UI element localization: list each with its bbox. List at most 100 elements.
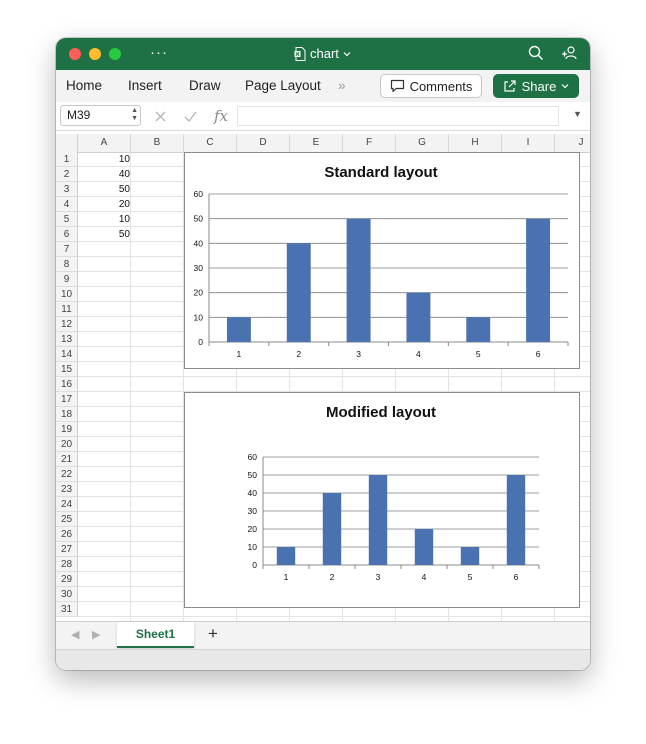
row-header[interactable]: 30 (56, 587, 78, 602)
cell-a2[interactable]: 40 (78, 167, 130, 182)
chart-modified-layout[interactable]: Modified layout 0 10 20 30 40 50 60 1 2 3 4 5 6 (184, 392, 580, 608)
bar (406, 292, 431, 342)
add-sheet-button[interactable]: + (208, 624, 218, 644)
worksheet-grid[interactable]: A B C D E F G H I J 1 2 3 4 5 6 7 8 9 10 11 12 13 14 1… (56, 134, 590, 621)
cell-a5[interactable]: 10 (78, 212, 130, 227)
y-tick-label: 50 (248, 470, 258, 480)
column-header-j[interactable]: J (555, 134, 590, 152)
next-sheet-arrow-icon[interactable]: ▶ (92, 628, 100, 641)
y-tick-label: 40 (248, 488, 258, 498)
row-header[interactable]: 7 (56, 242, 78, 257)
formula-input[interactable] (237, 106, 559, 126)
maximize-window-button[interactable] (109, 48, 121, 60)
more-options-icon[interactable]: ··· (150, 44, 168, 61)
row-header[interactable]: 19 (56, 422, 78, 437)
cell-a1[interactable]: 10 (78, 152, 130, 167)
x-tick-label: 3 (356, 349, 361, 359)
check-icon[interactable] (184, 111, 197, 122)
row-header[interactable]: 11 (56, 302, 78, 317)
x-tick-label: 6 (514, 572, 519, 582)
column-header-b[interactable]: B (131, 134, 184, 152)
column-header-h[interactable]: H (449, 134, 502, 152)
sheet-tab-sheet1[interactable]: Sheet1 (117, 622, 194, 648)
tab-home[interactable]: Home (66, 78, 102, 93)
row-header[interactable]: 13 (56, 332, 78, 347)
column-header-g[interactable]: G (396, 134, 449, 152)
y-tick-label: 20 (248, 524, 258, 534)
row-header[interactable]: 15 (56, 362, 78, 377)
bar (414, 529, 434, 565)
select-all-corner[interactable] (56, 134, 78, 152)
excel-window: ··· chart Home Insert Draw Page Layout »… (56, 38, 590, 670)
share-button[interactable]: Share (493, 74, 579, 98)
comments-button[interactable]: Comments (380, 74, 482, 98)
row-header[interactable]: 26 (56, 527, 78, 542)
column-header-f[interactable]: F (343, 134, 396, 152)
bar (346, 218, 371, 342)
search-icon[interactable] (528, 45, 544, 61)
row-header[interactable]: 6 (56, 227, 78, 242)
gridline-vertical (130, 152, 131, 621)
cell-a3[interactable]: 50 (78, 182, 130, 197)
column-header-e[interactable]: E (290, 134, 343, 152)
bar (466, 317, 491, 342)
row-header[interactable]: 2 (56, 167, 78, 182)
row-header[interactable]: 12 (56, 317, 78, 332)
fx-icon[interactable]: fx (214, 107, 228, 125)
formula-expand-chevron-icon[interactable]: ▼ (573, 109, 582, 119)
row-header[interactable]: 23 (56, 482, 78, 497)
y-tick-label: 50 (194, 214, 204, 224)
row-header[interactable]: 18 (56, 407, 78, 422)
tab-insert[interactable]: Insert (128, 78, 162, 93)
row-header[interactable]: 27 (56, 542, 78, 557)
column-header-d[interactable]: D (237, 134, 290, 152)
y-tick-label: 30 (194, 263, 204, 273)
name-box[interactable]: M39 ▲ ▼ (60, 105, 141, 126)
row-header[interactable]: 3 (56, 182, 78, 197)
previous-sheet-arrow-icon[interactable]: ◀ (71, 628, 79, 641)
row-header[interactable]: 1 (56, 152, 78, 167)
y-tick-label: 20 (194, 288, 204, 298)
chart-standard-layout[interactable]: Standard layout 0 10 20 30 40 50 60 1 2 3 4 5 6 (184, 152, 580, 369)
row-header[interactable]: 10 (56, 287, 78, 302)
row-header[interactable]: 20 (56, 437, 78, 452)
row-header[interactable]: 8 (56, 257, 78, 272)
column-header-i[interactable]: I (502, 134, 555, 152)
share-people-icon[interactable] (561, 45, 578, 62)
row-header[interactable]: 22 (56, 467, 78, 482)
x-tick-label: 4 (416, 349, 421, 359)
minimize-window-button[interactable] (89, 48, 101, 60)
document-title[interactable]: chart (294, 46, 351, 61)
row-header[interactable]: 14 (56, 347, 78, 362)
x-tick-label: 4 (422, 572, 427, 582)
y-tick-label: 60 (194, 189, 204, 199)
close-window-button[interactable] (69, 48, 81, 60)
row-header[interactable]: 5 (56, 212, 78, 227)
row-header[interactable]: 17 (56, 392, 78, 407)
row-header[interactable]: 16 (56, 377, 78, 392)
y-tick-label: 10 (248, 542, 258, 552)
tab-page-layout[interactable]: Page Layout (245, 78, 321, 93)
x-tick-label: 3 (376, 572, 381, 582)
cell-a6[interactable]: 50 (78, 227, 130, 242)
ribbon-overflow-chevron[interactable]: » (338, 78, 346, 93)
row-header[interactable]: 25 (56, 512, 78, 527)
name-box-stepper-icon[interactable]: ▲ ▼ (131, 107, 138, 123)
row-header[interactable]: 29 (56, 572, 78, 587)
row-header[interactable]: 28 (56, 557, 78, 572)
row-header[interactable]: 21 (56, 452, 78, 467)
row-header[interactable]: 24 (56, 497, 78, 512)
row-header[interactable]: 4 (56, 197, 78, 212)
row-header[interactable]: 31 (56, 602, 78, 617)
cell-a4[interactable]: 20 (78, 197, 130, 212)
tab-draw[interactable]: Draw (189, 78, 221, 93)
cancel-x-icon[interactable] (155, 111, 166, 122)
chevron-down-icon (561, 84, 569, 89)
excel-doc-icon (294, 46, 306, 61)
gridline-horizontal (78, 376, 590, 377)
row-header[interactable]: 9 (56, 272, 78, 287)
ribbon: Home Insert Draw Page Layout » Comments … (56, 70, 590, 103)
column-header-a[interactable]: A (78, 134, 131, 152)
column-header-c[interactable]: C (184, 134, 237, 152)
share-label: Share (521, 78, 557, 94)
